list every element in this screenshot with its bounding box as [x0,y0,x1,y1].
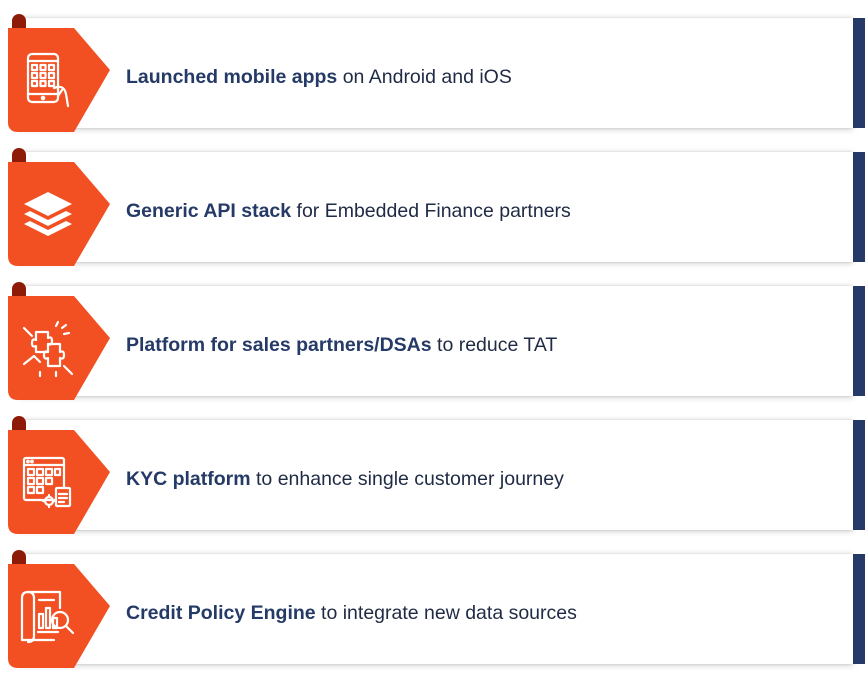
badge [8,296,110,400]
accent-bar [853,286,865,396]
badge [8,430,110,534]
feature-title: Platform for sales partners/DSAs [126,334,432,356]
feature-description: for Embedded Finance partners [291,200,571,222]
feature-description: on Android and iOS [337,66,512,88]
badge [8,28,110,132]
kyc-dashboard-icon [22,456,72,509]
badge [8,564,110,668]
feature-list: Launched mobile apps on Android and iOS … [0,0,865,682]
mobile-app-icon [26,52,70,108]
badge [8,162,110,266]
feature-item-mobile-apps: Launched mobile apps on Android and iOS [8,14,865,132]
feature-title: Generic API stack [126,200,292,222]
feature-item-credit-policy: Credit Policy Engine to integrate new da… [8,550,865,668]
feature-title: Launched mobile apps [126,66,338,88]
feature-item-sales-partners: Platform for sales partners/DSAs to redu… [8,282,865,400]
feature-item-api-stack: Generic API stack for Embedded Finance p… [8,148,865,266]
feature-text: Launched mobile apps on Android and iOS [126,52,512,102]
accent-bar [853,152,865,262]
accent-bar [853,420,865,530]
feature-text: Platform for sales partners/DSAs to redu… [126,320,557,370]
feature-description: to reduce TAT [431,334,558,356]
feature-text: Generic API stack for Embedded Finance p… [126,186,571,236]
accent-bar [853,554,865,664]
feature-text: Credit Policy Engine to integrate new da… [126,588,577,638]
puzzle-partnership-icon [22,320,74,378]
layers-stack-icon [24,192,72,236]
feature-title: Credit Policy Engine [126,602,316,624]
feature-description: to enhance single customer journey [250,468,564,490]
accent-bar [853,18,865,128]
credit-analysis-icon [20,590,75,644]
feature-text: KYC platform to enhance single customer … [126,454,564,504]
feature-item-kyc-platform: KYC platform to enhance single customer … [8,416,865,534]
feature-description: to integrate new data sources [315,602,577,624]
feature-title: KYC platform [126,468,251,490]
